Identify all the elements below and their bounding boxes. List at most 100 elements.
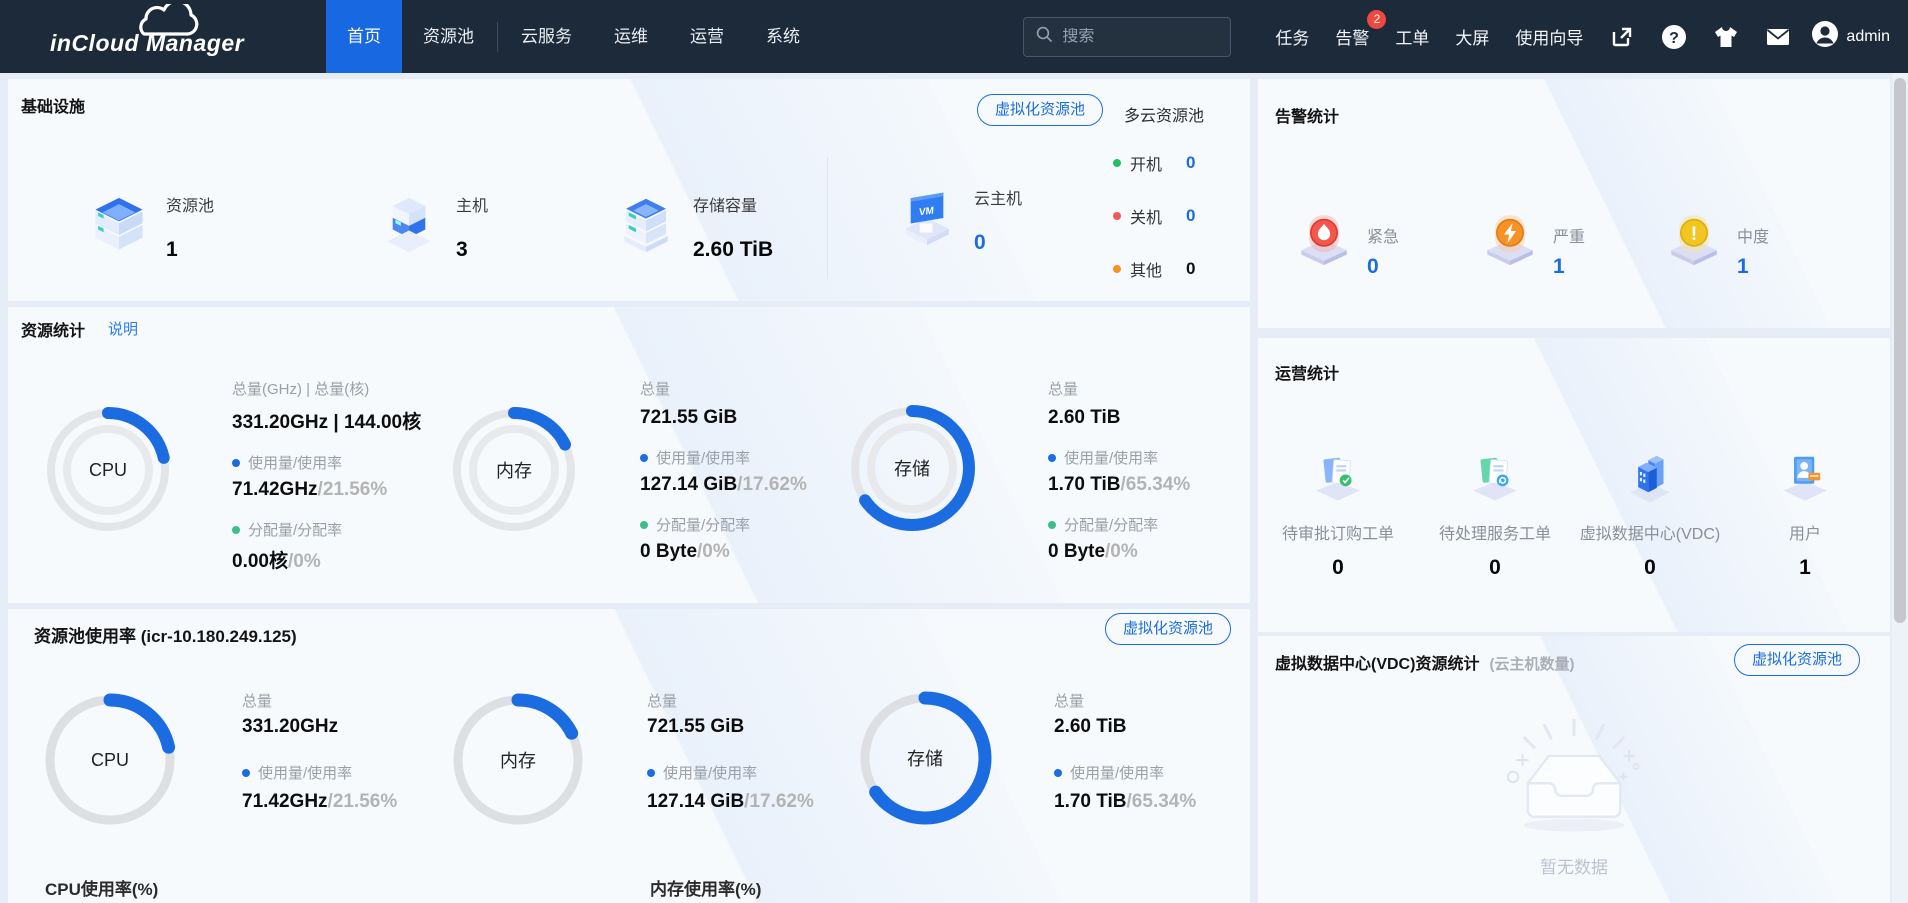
avatar — [1811, 20, 1839, 53]
memory-donut: 内存 — [446, 402, 582, 538]
external-link-icon[interactable] — [1609, 24, 1635, 50]
link-tasks[interactable]: 任务 — [1275, 24, 1309, 49]
tab-virtualization-pool[interactable]: 虚拟化资源池 — [1734, 644, 1860, 676]
stat-label: 资源池 — [166, 198, 214, 215]
usage-dot — [242, 769, 250, 777]
search-input[interactable] — [1062, 28, 1202, 46]
tab-multicloud-pool[interactable]: 多云资源池 — [1124, 102, 1204, 126]
pool-usage-card: 资源池使用率 (icr-10.180.249.125) 虚拟化资源池 CPU 总… — [8, 609, 1250, 903]
stat-storage-capacity: 存储容量 2.60 TiB — [617, 192, 773, 262]
alloc-dot — [640, 521, 648, 529]
vm-icon: VM — [898, 187, 956, 249]
menu-item-cloud-service[interactable]: 云服务 — [500, 0, 593, 73]
alarm-label: 中度 — [1737, 223, 1769, 247]
user-menu[interactable]: admin — [1811, 20, 1890, 53]
vm-status-running: 开机 0 — [1113, 153, 1195, 173]
link-guide[interactable]: 使用向导 — [1515, 24, 1583, 49]
infrastructure-title: 基础设施 — [21, 93, 85, 117]
stat-hosts: 主机 3 — [380, 192, 488, 262]
vm-status-stopped: 关机 0 — [1113, 206, 1195, 226]
top-navbar: inCloud Manager 首页 资源池 云服务 运维 运营 系统 任务 告… — [0, 0, 1908, 73]
cpu-usage-chart-title: CPU使用率(%) — [45, 875, 158, 900]
stat-value: 1 — [166, 238, 178, 262]
empty-state: 暂无数据 — [1258, 716, 1890, 878]
menu-item-ops[interactable]: 运维 — [593, 0, 669, 73]
empty-text: 暂无数据 — [1258, 853, 1890, 878]
alarm-severe: 严重 1 — [1482, 207, 1585, 279]
resource-stats-card: 资源统计 说明 CPU 总量(GHz) | 总量(核) 331.20GHz | … — [8, 307, 1250, 603]
stat-vm: VM 云主机 0 — [898, 185, 1022, 255]
cpu-donut: CPU — [40, 402, 176, 538]
search-box[interactable] — [1023, 17, 1231, 57]
alarm-moderate: ! 中度 1 — [1666, 207, 1769, 279]
link-bigscreen[interactable]: 大屏 — [1455, 24, 1489, 49]
alarm-label: 严重 — [1553, 223, 1585, 247]
alarm-stats-title: 告警统计 — [1275, 103, 1339, 127]
vdc-subtitle: (云主机数量) — [1489, 656, 1574, 673]
stat-value: 2.60 TiB — [693, 238, 773, 262]
user-card-icon — [1778, 448, 1832, 506]
op-users: 用户 1 — [1727, 448, 1883, 580]
tab-virtualization-pool[interactable]: 虚拟化资源池 — [1105, 613, 1231, 645]
alarm-value: 0 — [1367, 255, 1399, 279]
tab-virtualization-pool[interactable]: 虚拟化资源池 — [977, 94, 1103, 126]
order-ticket-icon — [1311, 448, 1365, 506]
alarm-critical: 紧急 0 — [1296, 207, 1399, 279]
stat-label: 主机 — [456, 198, 488, 215]
cpu-donut: CPU — [42, 692, 178, 828]
menu-item-operation[interactable]: 运营 — [669, 0, 745, 73]
menu-item-home[interactable]: 首页 — [326, 0, 402, 73]
storage-stats: 总量 2.60 TiB 使用量/使用率 1.70 TiB/65.34% 分配量/… — [1048, 378, 1250, 563]
moderate-exclamation-icon: ! — [1666, 207, 1722, 269]
menu-item-system[interactable]: 系统 — [745, 0, 821, 73]
help-link[interactable]: 说明 — [108, 318, 138, 339]
link-alarms[interactable]: 告警 2 — [1335, 24, 1369, 49]
host-icon — [380, 194, 438, 256]
alarm-badge: 2 — [1367, 10, 1386, 29]
navbar-right: 任务 告警 2 工单 大屏 使用向导 ? admin — [1023, 17, 1908, 57]
cpu-stats: 总量 331.20GHz 使用量/使用率 71.42GHz/21.56% — [242, 690, 482, 813]
usage-dot — [647, 769, 655, 777]
search-icon — [1036, 26, 1053, 48]
storage-donut: 存储 — [844, 400, 980, 536]
stat-label: 云主机 — [974, 191, 1022, 208]
operation-stats-title: 运营统计 — [1275, 360, 1339, 384]
stat-value: 0 — [974, 231, 986, 255]
op-pending-orders: 待审批订购工单 0 — [1260, 448, 1416, 580]
main-menu: 首页 资源池 云服务 运维 运营 系统 — [326, 0, 821, 73]
menu-item-resource-pool[interactable]: 资源池 — [402, 0, 495, 73]
svg-text:VM: VM — [918, 205, 935, 218]
storage-donut: 存储 — [857, 690, 993, 826]
orange-dot — [1113, 265, 1121, 273]
vdc-stats-title: 虚拟数据中心(VDC)资源统计(云主机数量) — [1275, 650, 1574, 674]
green-dot — [1113, 159, 1121, 167]
stat-label: 存储容量 — [693, 198, 757, 215]
vdc-stats-card: 虚拟数据中心(VDC)资源统计(云主机数量) 虚拟化资源池 — [1258, 636, 1890, 903]
vm-status-list: 开机 0 关机 0 其他 0 — [1113, 153, 1195, 301]
red-dot — [1113, 212, 1121, 220]
vm-status-other: 其他 0 — [1113, 259, 1195, 279]
help-icon[interactable]: ? — [1661, 24, 1687, 50]
operation-stats-card: 运营统计 待审批订购工单 0 — [1258, 338, 1890, 632]
mail-icon[interactable] — [1765, 24, 1791, 50]
critical-flame-icon — [1296, 207, 1352, 269]
link-tickets[interactable]: 工单 — [1395, 24, 1429, 49]
theme-shirt-icon[interactable] — [1713, 24, 1739, 50]
scrollbar-track[interactable] — [1892, 73, 1908, 903]
brand-logo[interactable]: inCloud Manager — [0, 0, 300, 73]
alloc-dot — [232, 526, 240, 534]
alarm-label: 紧急 — [1367, 223, 1399, 247]
memory-stats: 总量 721.55 GiB 使用量/使用率 127.14 GiB/17.62% — [647, 690, 887, 813]
section-divider — [827, 157, 828, 279]
empty-box-icon — [1258, 716, 1890, 847]
severe-lightning-icon — [1482, 207, 1538, 269]
svg-text:?: ? — [1670, 30, 1680, 47]
menu-divider — [497, 22, 498, 52]
op-vdc: 虚拟数据中心(VDC) 0 — [1572, 448, 1728, 580]
stat-value: 3 — [456, 238, 468, 262]
alarm-value: 1 — [1737, 255, 1769, 279]
vdc-building-icon — [1623, 448, 1677, 506]
resource-stats-title: 资源统计 — [21, 317, 85, 341]
alarm-stats-card: 告警统计 紧急 0 — [1258, 79, 1890, 328]
scrollbar-thumb[interactable] — [1894, 78, 1906, 623]
